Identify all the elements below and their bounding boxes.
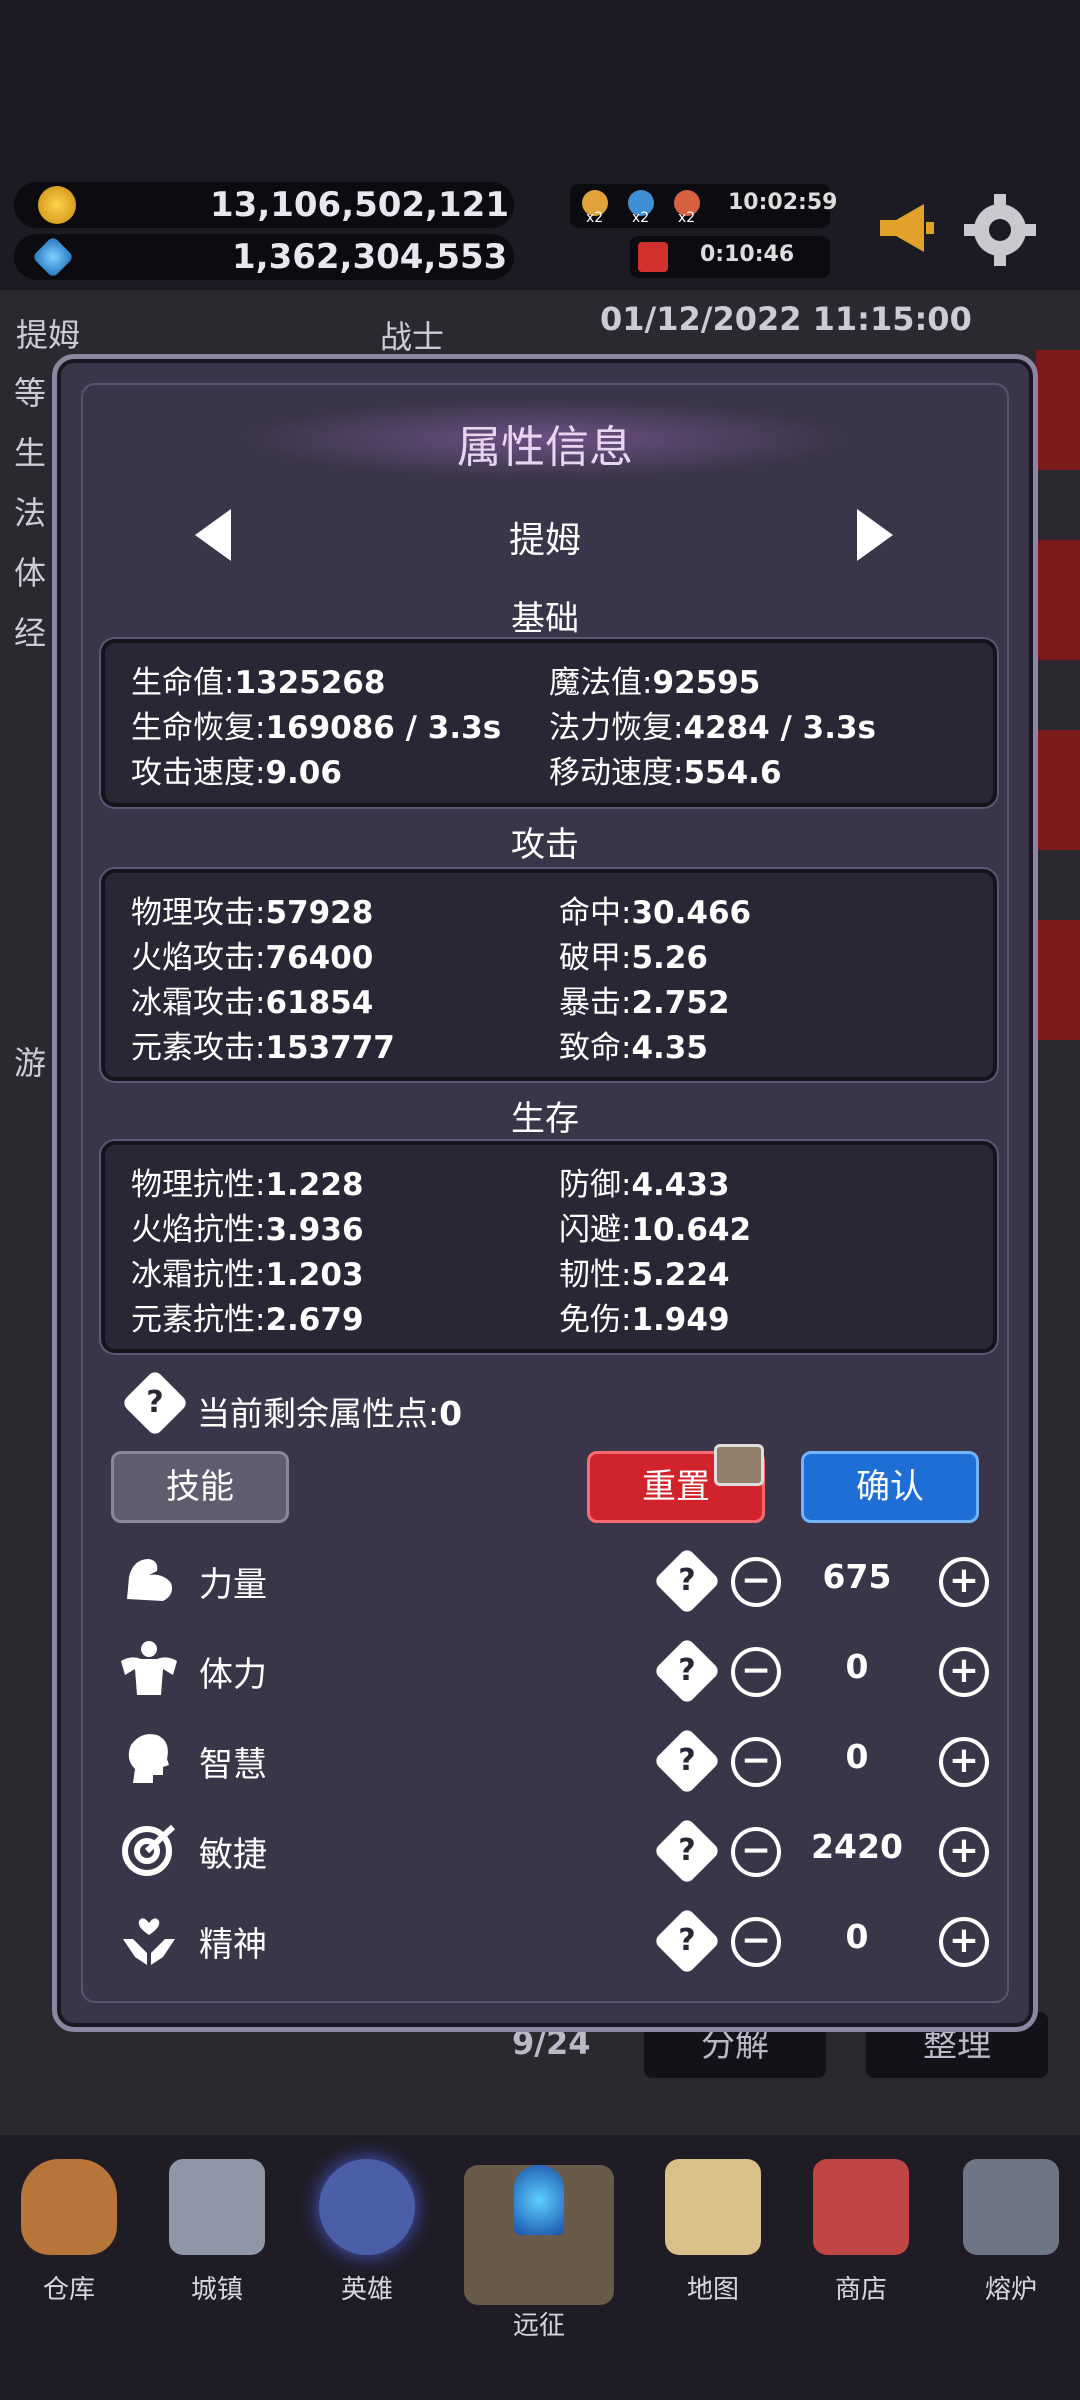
gift-icon (638, 242, 668, 272)
nav-expedition[interactable]: 远征 (464, 2125, 614, 2342)
agility-plus-button[interactable]: + (939, 1827, 989, 1877)
top-bar: 13,106,502,121 1,362,304,553 x2 x2 x2 10… (0, 0, 1080, 290)
stamina-icon (117, 1639, 181, 1703)
gift-timer: 0:10:46 (700, 242, 795, 267)
section-basic-label: 基础 (511, 599, 579, 639)
buff-bar[interactable]: x2 x2 x2 10:02:59 (570, 184, 837, 228)
attack-stats-panel: 物理攻击:57928 命中:30.466 火焰攻击:76400 破甲:5.26 … (101, 869, 997, 1081)
attribute-row-agility: 敏捷 ? − 2420 + (117, 1817, 989, 1889)
section-survival-label: 生存 (511, 1099, 579, 1139)
anvil-icon (963, 2159, 1059, 2255)
nav-warehouse[interactable]: 仓库 (4, 2159, 134, 2306)
wisdom-plus-button[interactable]: + (939, 1737, 989, 1787)
gold-amount: 13,106,502,121 (210, 185, 509, 225)
stat-label: 攻击速度:9.06 (131, 755, 342, 791)
map-icon (665, 2159, 761, 2255)
wisdom-icon (117, 1729, 181, 1793)
helmet-icon (319, 2159, 415, 2255)
nav-town[interactable]: 城镇 (152, 2159, 282, 2306)
shop-icon (813, 2159, 909, 2255)
strength-minus-button[interactable]: − (731, 1557, 781, 1607)
dialog-title: 属性信息 (457, 422, 633, 473)
agility-minus-button[interactable]: − (731, 1827, 781, 1877)
stat-label: 生命值:1325268 (131, 665, 386, 701)
portal-icon (464, 2165, 614, 2305)
section-attack-label: 攻击 (511, 825, 579, 865)
skill-button[interactable]: 技能 (111, 1451, 289, 1523)
castle-icon (169, 2159, 265, 2255)
nav-hero[interactable]: 英雄 (302, 2159, 432, 2306)
megaphone-icon[interactable] (874, 196, 938, 260)
attribute-row-spirit: 精神 ? − 0 + (117, 1907, 989, 1979)
stat-label: 法力恢复:4284 / 3.3s (549, 710, 877, 746)
gem-icon (31, 235, 75, 279)
agility-value: 2420 (811, 1827, 903, 1866)
bag-icon (21, 2159, 117, 2255)
spirit-icon (117, 1909, 181, 1973)
stamina-minus-button[interactable]: − (731, 1647, 781, 1697)
nav-shop[interactable]: 商店 (796, 2159, 926, 2306)
bg-hero-name: 提姆 (16, 316, 81, 354)
gem-amount: 1,362,304,553 (232, 237, 508, 277)
agility-help-icon[interactable]: ? (653, 1817, 721, 1885)
strength-help-icon[interactable]: ? (653, 1547, 721, 1615)
gem-counter: 1,362,304,553 (14, 234, 514, 280)
next-hero-arrow-icon[interactable] (857, 509, 893, 561)
nav-forge[interactable]: 熔炉 (946, 2159, 1076, 2306)
reset-button[interactable]: 重置 (587, 1444, 765, 1523)
spirit-plus-button[interactable]: + (939, 1917, 989, 1967)
attribute-row-stamina: 体力 ? − 0 + (117, 1637, 989, 1709)
stat-label: 移动速度:554.6 (549, 755, 782, 791)
gold-counter: 13,106,502,121 (14, 182, 514, 228)
basic-stats-panel: 生命值:1325268 魔法值:92595 生命恢复:169086 / 3.3s… (101, 639, 997, 807)
stamina-help-icon[interactable]: ? (653, 1637, 721, 1705)
stat-label: 生命恢复:169086 / 3.3s (131, 710, 502, 746)
agility-icon (117, 1819, 181, 1883)
spirit-minus-button[interactable]: − (731, 1917, 781, 1967)
attribute-row-strength: 力量 ? − 675 + (117, 1547, 989, 1619)
bottom-navigation: 仓库 城镇 英雄 远征 地图 商店 熔炉 (0, 2135, 1080, 2400)
tv-ad-icon (714, 1444, 764, 1486)
spirit-value: 0 (845, 1917, 869, 1956)
stamina-value: 0 (845, 1647, 869, 1686)
wisdom-minus-button[interactable]: − (731, 1737, 781, 1787)
gold-coin-icon (38, 186, 76, 224)
nav-map[interactable]: 地图 (648, 2159, 778, 2306)
wisdom-value: 0 (845, 1737, 869, 1776)
bg-hero-class: 战士 (380, 318, 445, 356)
stamina-plus-button[interactable]: + (939, 1647, 989, 1697)
confirm-button[interactable]: 确认 (801, 1451, 979, 1523)
points-help-icon[interactable]: ? (121, 1369, 189, 1437)
wisdom-help-icon[interactable]: ? (653, 1727, 721, 1795)
spirit-help-icon[interactable]: ? (653, 1907, 721, 1975)
strength-icon (117, 1549, 181, 1613)
attribute-row-wisdom: 智慧 ? − 0 + (117, 1727, 989, 1799)
strength-plus-button[interactable]: + (939, 1557, 989, 1607)
settings-gear-icon[interactable] (962, 192, 1038, 268)
strength-value: 675 (822, 1557, 892, 1596)
attribute-info-dialog: 属性信息 提姆 基础 生命值:1325268 魔法值:92595 生命恢复:16… (52, 354, 1038, 2032)
stat-label: 魔法值:92595 (549, 665, 761, 701)
survival-stats-panel: 物理抗性:1.228 防御:4.433 火焰抗性:3.936 闪避:10.642… (101, 1141, 997, 1353)
gift-timer-bar[interactable]: 0:10:46 (630, 236, 830, 278)
remaining-points: 当前剩余属性点:0 (197, 1394, 463, 1433)
bg-datetime: 01/12/2022 11:15:00 (600, 300, 972, 338)
buff-timer: 10:02:59 (728, 190, 838, 215)
